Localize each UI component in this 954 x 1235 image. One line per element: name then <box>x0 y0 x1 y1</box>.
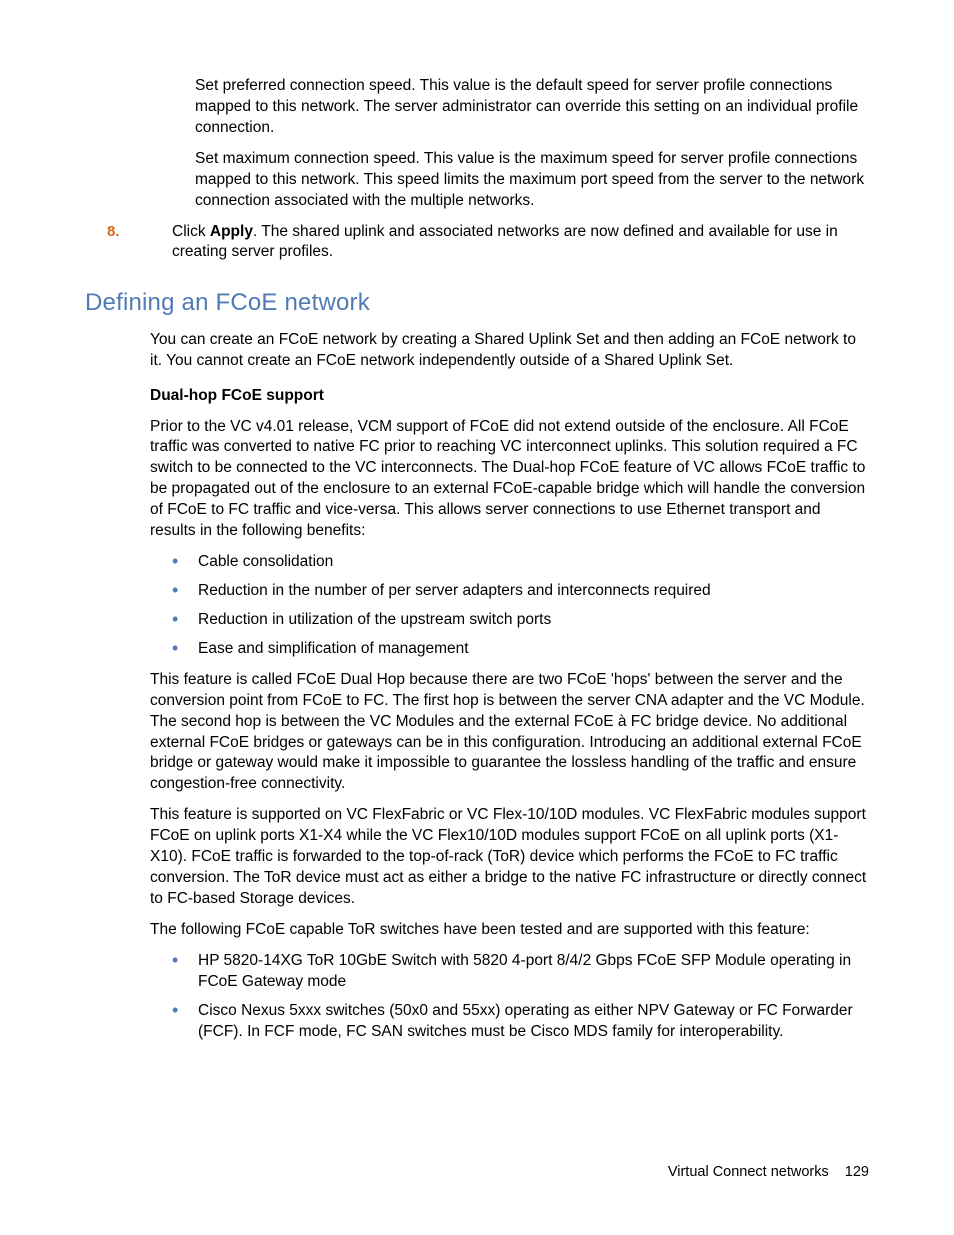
step-text-bold: Apply <box>210 223 253 240</box>
list-item: Reduction in utilization of the upstream… <box>150 610 869 631</box>
prior-paragraph: Prior to the VC v4.01 release, VCM suppo… <box>150 417 869 543</box>
step-number: 8. <box>85 222 172 264</box>
tor-paragraph: The following FCoE capable ToR switches … <box>150 920 869 941</box>
switches-list: HP 5820-14XG ToR 10GbE Switch with 5820 … <box>150 951 869 1043</box>
step-text-pre: Click <box>172 223 210 240</box>
dualhop-paragraph: This feature is called FCoE Dual Hop bec… <box>150 670 869 796</box>
list-item: Ease and simplification of management <box>150 639 869 660</box>
intro-paragraph: You can create an FCoE network by creati… <box>150 330 869 372</box>
page-number: 129 <box>845 1164 869 1180</box>
list-item: HP 5820-14XG ToR 10GbE Switch with 5820 … <box>150 951 869 993</box>
benefits-list: Cable consolidation Reduction in the num… <box>150 552 869 660</box>
list-item: Cisco Nexus 5xxx switches (50x0 and 55xx… <box>150 1001 869 1043</box>
subheading: Dual-hop FCoE support <box>150 386 869 407</box>
list-item: Cable consolidation <box>150 552 869 573</box>
step-body: Click Apply. The shared uplink and assoc… <box>172 222 869 264</box>
page-footer: Virtual Connect networks 129 <box>668 1163 869 1183</box>
section-heading: Defining an FCoE network <box>85 287 869 319</box>
ordered-step-8: 8. Click Apply. The shared uplink and as… <box>85 222 869 264</box>
footer-label: Virtual Connect networks <box>668 1164 829 1180</box>
continued-paragraph-1: Set preferred connection speed. This val… <box>195 76 869 139</box>
page: Set preferred connection speed. This val… <box>0 0 954 1235</box>
step-text-post: . The shared uplink and associated netwo… <box>172 223 838 261</box>
continued-paragraph-2: Set maximum connection speed. This value… <box>195 149 869 212</box>
list-item: Reduction in the number of per server ad… <box>150 581 869 602</box>
support-paragraph: This feature is supported on VC FlexFabr… <box>150 805 869 910</box>
